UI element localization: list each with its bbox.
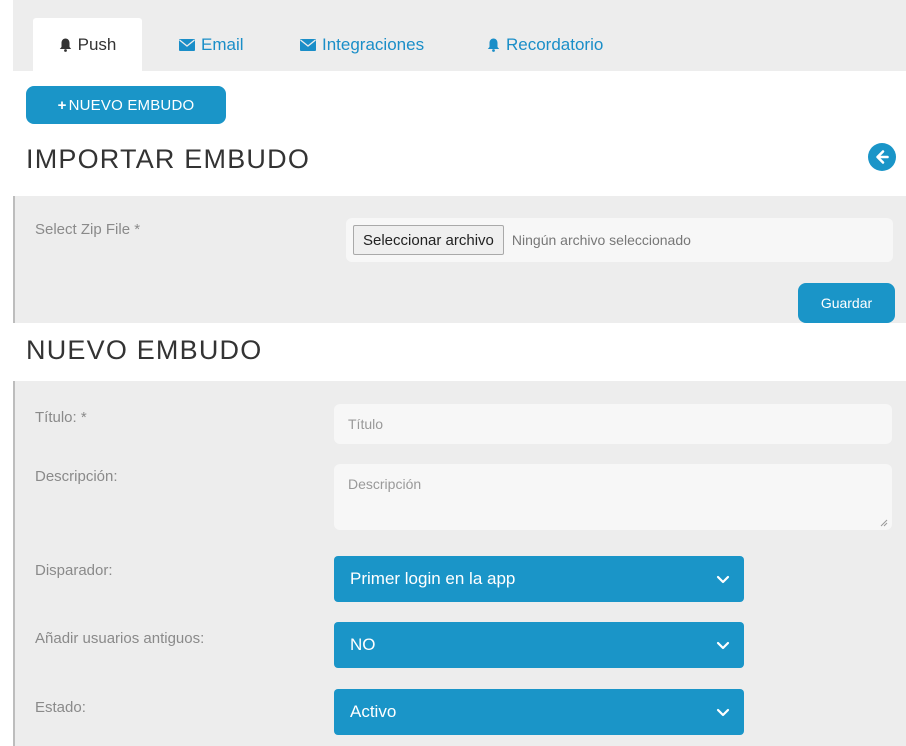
add-old-users-select[interactable]: NO (334, 622, 744, 668)
arrow-left-circle-icon[interactable] (868, 143, 896, 171)
choose-file-button[interactable]: Seleccionar archivo (353, 225, 504, 255)
trigger-select[interactable]: Primer login en la app (334, 556, 744, 602)
tab-bar: Push Email Integraciones Recordatorio (13, 0, 906, 71)
tab-label: Recordatorio (506, 34, 604, 54)
new-funnel-panel: Título: * Título Descripción: Descripció… (13, 381, 906, 746)
plus-icon: + (57, 96, 67, 114)
status-value: Activo (350, 702, 397, 721)
new-funnel-button[interactable]: + NUEVO EMBUDO (26, 86, 226, 124)
new-section-title: NUEVO EMBUDO (26, 335, 263, 365)
tab-email[interactable]: Email (179, 18, 244, 71)
add-old-users-value: NO (350, 635, 376, 654)
description-textarea[interactable]: Descripción (334, 464, 892, 530)
zip-file-label: Select Zip File * (35, 221, 141, 238)
zip-file-input[interactable]: Seleccionar archivo Ningún archivo selec… (346, 218, 893, 262)
chevron-down-icon (716, 641, 730, 650)
envelope-icon (179, 38, 195, 51)
tab-integraciones[interactable]: Integraciones (300, 18, 424, 71)
tab-label: Integraciones (322, 34, 425, 54)
new-funnel-label: NUEVO EMBUDO (68, 96, 195, 114)
file-status: Ningún archivo seleccionado (511, 232, 691, 248)
chevron-down-icon (716, 575, 730, 584)
trigger-value: Primer login en la app (350, 569, 516, 588)
save-button[interactable]: Guardar (798, 283, 895, 323)
title-label: Título: * (35, 409, 87, 426)
bell-icon (59, 38, 72, 52)
tab-label: Push (77, 34, 117, 54)
chevron-down-icon (716, 708, 730, 717)
trigger-label: Disparador: (35, 562, 113, 579)
description-label: Descripción: (35, 468, 118, 485)
envelope-icon (300, 38, 316, 51)
import-panel: Select Zip File * Seleccionar archivo Ni… (13, 196, 906, 323)
page: Push Email Integraciones Recordatorio + … (0, 0, 906, 746)
resize-handle-icon[interactable] (879, 518, 888, 527)
title-input[interactable]: Título (334, 404, 892, 444)
import-section-title: IMPORTAR EMBUDO (26, 144, 311, 174)
status-label: Estado: (35, 699, 86, 716)
tab-label: Email (201, 34, 244, 54)
status-select[interactable]: Activo (334, 689, 744, 735)
description-placeholder: Descripción (348, 476, 422, 492)
tab-recordatorio[interactable]: Recordatorio (487, 18, 603, 71)
tab-push[interactable]: Push (33, 18, 142, 71)
add-old-users-label: Añadir usuarios antiguos: (35, 630, 205, 647)
bell-icon (487, 38, 500, 52)
